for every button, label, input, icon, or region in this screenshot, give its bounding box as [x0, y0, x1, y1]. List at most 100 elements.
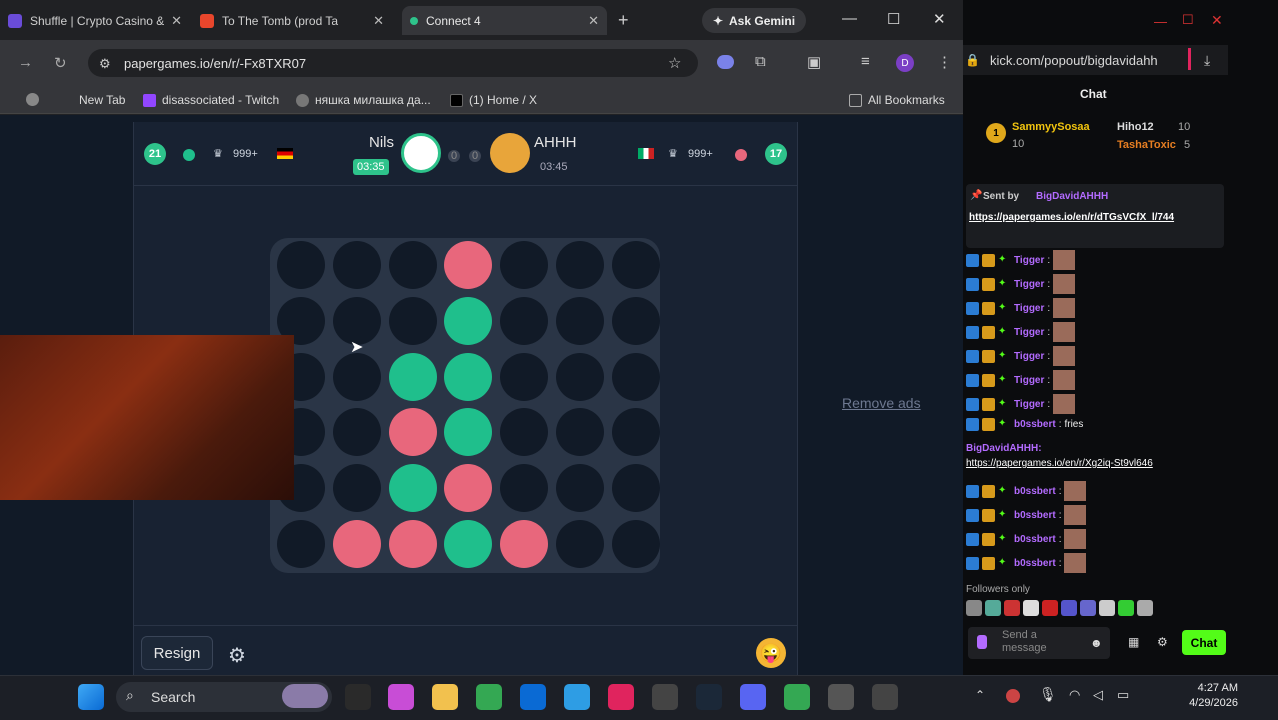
close-window-icon[interactable]: ✕	[933, 10, 946, 28]
bookmark-youtube[interactable]: няшка милашка да...	[296, 93, 431, 107]
chat-send-button[interactable]: Chat	[1182, 630, 1226, 655]
empty-slot[interactable]	[500, 296, 549, 345]
discord-icon[interactable]	[740, 684, 766, 710]
bookmark-x[interactable]: (1) Home / X	[450, 93, 537, 107]
top-user-name[interactable]: TashaToxic	[1117, 139, 1176, 151]
volume-icon[interactable]: ◁	[1093, 687, 1103, 703]
empty-slot[interactable]	[611, 464, 660, 513]
chrome-active-icon[interactable]	[784, 684, 810, 710]
close-icon[interactable]: ✕	[171, 13, 182, 29]
message-username[interactable]: b0ssbert	[1014, 534, 1056, 545]
empty-slot[interactable]	[277, 241, 325, 289]
green-disc[interactable]	[444, 352, 493, 401]
empty-slot[interactable]	[388, 241, 437, 289]
ask-gemini-button[interactable]: ✦ Ask Gemini	[702, 8, 806, 33]
message-username[interactable]: Tigger	[1014, 303, 1044, 314]
emote-icon[interactable]	[1137, 600, 1153, 616]
green-disc[interactable]	[388, 464, 437, 513]
empty-slot[interactable]	[611, 352, 660, 401]
download-icon[interactable]: ⤓	[1204, 52, 1210, 69]
message-username[interactable]: Tigger	[1014, 375, 1044, 386]
chat-settings-icon[interactable]: ⚙	[1157, 635, 1168, 649]
message-username[interactable]: Tigger	[1014, 255, 1044, 266]
empty-slot[interactable]	[500, 464, 549, 513]
message-username[interactable]: b0ssbert	[1014, 558, 1056, 569]
emote-icon[interactable]	[966, 600, 982, 616]
clock[interactable]: 4:27 AM 4/29/2026	[1178, 681, 1238, 711]
tray-chevron-up-icon[interactable]: ⌃	[975, 688, 985, 702]
extensions-puzzle-icon[interactable]: ⧉	[755, 53, 766, 70]
emoji-smile-icon[interactable]: ☻	[1090, 636, 1103, 650]
url-text[interactable]: papergames.io/en/r/-Fx8TXR07	[124, 56, 306, 71]
close-icon[interactable]: ✕	[588, 13, 599, 29]
profile-avatar-icon[interactable]: D	[896, 54, 914, 72]
red-disc[interactable]	[388, 520, 437, 568]
green-disc[interactable]	[388, 352, 437, 401]
steam-icon[interactable]	[696, 684, 722, 710]
empty-slot[interactable]	[332, 464, 381, 513]
media-player-icon[interactable]	[652, 684, 678, 710]
message-username[interactable]: BigDavidAHHH:	[966, 443, 1042, 454]
emote-icon[interactable]	[1023, 600, 1039, 616]
folder-icon[interactable]	[432, 684, 458, 710]
empty-slot[interactable]	[556, 520, 604, 568]
reload-icon[interactable]: ↻	[54, 54, 67, 72]
red-disc[interactable]	[444, 241, 493, 289]
red-disc[interactable]	[332, 520, 381, 568]
message-username[interactable]: b0ssbert	[1014, 419, 1056, 430]
gift-icon[interactable]: ▦	[1128, 635, 1139, 649]
green-disc[interactable]	[444, 408, 493, 457]
empty-slot[interactable]	[611, 408, 660, 457]
pinned-author[interactable]: BigDavidAHHH	[1036, 191, 1108, 202]
empty-slot[interactable]	[556, 296, 604, 345]
top-user-name[interactable]: SammyySosaa	[1012, 121, 1090, 133]
empty-slot[interactable]	[556, 408, 604, 457]
tray-app-icon[interactable]	[1006, 689, 1020, 703]
site-settings-icon[interactable]: ⚙	[99, 56, 111, 72]
emote-icon[interactable]	[1042, 600, 1058, 616]
connect4-board[interactable]	[270, 238, 660, 573]
empty-slot[interactable]	[556, 241, 604, 289]
emote-icon[interactable]	[1118, 600, 1134, 616]
emote-icon[interactable]	[1061, 600, 1077, 616]
green-disc[interactable]	[444, 520, 493, 568]
windows-start-icon[interactable]	[78, 684, 104, 710]
empty-slot[interactable]	[611, 520, 660, 568]
emote-bar[interactable]	[966, 600, 1153, 616]
maximize-icon[interactable]: ☐	[887, 10, 900, 28]
message-username[interactable]: Tigger	[1014, 327, 1044, 338]
minimize-icon[interactable]: —	[1154, 14, 1167, 29]
empty-slot[interactable]	[611, 296, 660, 345]
all-bookmarks[interactable]: All Bookmarks	[849, 93, 945, 107]
store-icon[interactable]	[520, 684, 546, 710]
chrome-icon[interactable]	[476, 684, 502, 710]
red-disc[interactable]	[444, 464, 493, 513]
cast-icon[interactable]: ▣	[807, 53, 821, 71]
emote-icon[interactable]	[1080, 600, 1096, 616]
bookmark-star-icon[interactable]: ☆	[668, 54, 681, 72]
empty-slot[interactable]	[332, 241, 381, 289]
file-explorer-icon[interactable]	[345, 684, 371, 710]
microphone-icon[interactable]: 🎙	[1039, 686, 1057, 703]
tab-shuffle[interactable]: Shuffle | Crypto Casino & I ✕	[0, 6, 190, 35]
minimize-icon[interactable]: —	[842, 10, 857, 27]
empty-slot[interactable]	[277, 520, 325, 568]
pinned-link[interactable]: https://papergames.io/en/r/dTGsVCfX_l/74…	[969, 210, 1195, 225]
close-icon[interactable]: ✕	[373, 13, 384, 29]
new-tab-plus-icon[interactable]: +	[618, 10, 629, 31]
green-disc[interactable]	[444, 296, 493, 345]
media-icon[interactable]: ≡	[861, 53, 870, 70]
empty-slot[interactable]	[611, 241, 660, 289]
tab-to-the-tomb[interactable]: To The Tomb (prod Ta ✕	[192, 6, 392, 35]
edge-icon[interactable]	[564, 684, 590, 710]
emote-icon[interactable]	[985, 600, 1001, 616]
forward-icon[interactable]: →	[18, 54, 33, 71]
apps-icon[interactable]	[26, 93, 39, 106]
settings-icon[interactable]	[828, 684, 854, 710]
remove-ads-link[interactable]: Remove ads	[842, 395, 921, 411]
emoji-button[interactable]: 😜	[756, 638, 786, 668]
tab-connect4[interactable]: Connect 4 ✕	[402, 6, 607, 35]
message-username[interactable]: b0ssbert	[1014, 510, 1056, 521]
empty-slot[interactable]	[556, 352, 604, 401]
resign-button[interactable]: Resign	[141, 636, 213, 670]
